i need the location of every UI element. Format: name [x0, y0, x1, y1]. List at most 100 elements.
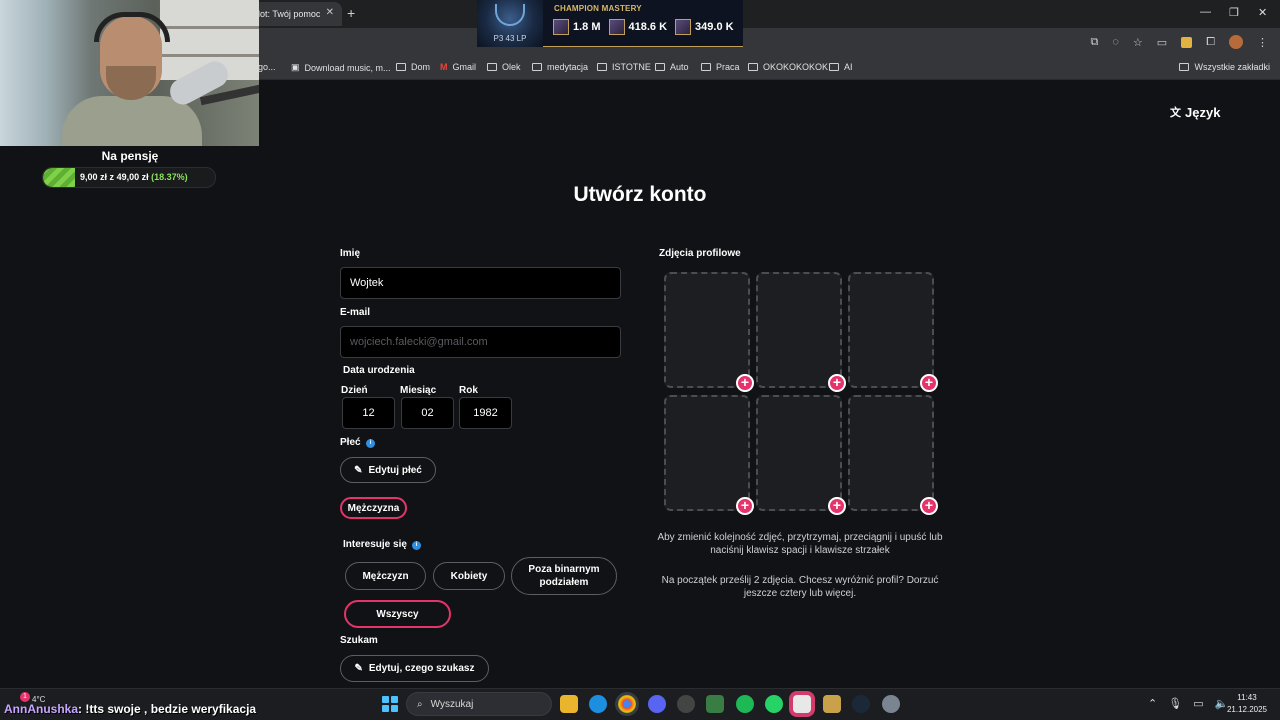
email-label: E-mail: [340, 307, 371, 318]
interest-option-men[interactable]: Mężczyzn: [345, 562, 426, 590]
bookmark-item[interactable]: Auto: [655, 62, 689, 72]
champion-icon: [608, 19, 625, 35]
month-label: Miesiąc: [400, 385, 437, 396]
language-selector[interactable]: 文 Język: [1170, 104, 1220, 120]
profile-avatar[interactable]: [1229, 35, 1243, 49]
taskbar-search[interactable]: ⌕ Wyszukaj: [406, 692, 552, 716]
discord-icon[interactable]: [648, 695, 666, 713]
photo-slot[interactable]: [664, 395, 750, 511]
photos-label: Zdjęcia profilowe: [659, 248, 741, 259]
league-client-icon[interactable]: [823, 695, 841, 713]
new-tab-button[interactable]: +: [347, 5, 355, 21]
bookmark-item[interactable]: ▣ Download music, m...: [291, 62, 391, 73]
tab-title: lot: Twój pomocn: [258, 9, 320, 19]
system-tray: ⌃ 🎙 ▭ 🔈: [1148, 697, 1228, 710]
add-photo-icon[interactable]: +: [920, 497, 938, 515]
chrome-icon[interactable]: [618, 695, 636, 713]
day-input[interactable]: 12: [342, 397, 395, 429]
name-input[interactable]: [340, 267, 621, 299]
interest-option-everyone-selected[interactable]: Wszyscy: [344, 600, 451, 628]
system-clock[interactable]: 11:43 21.12.2025: [1222, 692, 1272, 716]
hide-icon[interactable]: ◌: [1112, 36, 1119, 48]
bookmark-item[interactable]: go...: [258, 62, 276, 72]
gender-info-icon[interactable]: i: [366, 439, 375, 448]
mastery-stats: 1.8 M 418.6 K 349.0 K: [553, 19, 734, 35]
year-label: Rok: [459, 385, 478, 396]
display-icon[interactable]: ▭: [1193, 697, 1203, 710]
spotify-icon[interactable]: [736, 695, 754, 713]
maximize-icon[interactable]: ❐: [1229, 6, 1239, 19]
folder-icon: [597, 63, 607, 71]
add-photo-icon[interactable]: +: [828, 497, 846, 515]
bookmark-item[interactable]: M Gmail: [440, 62, 476, 72]
add-photo-icon[interactable]: +: [828, 374, 846, 392]
whatsapp-icon[interactable]: [765, 695, 783, 713]
folder-icon: [701, 63, 711, 71]
bookmark-item[interactable]: ISTOTNE: [597, 62, 651, 72]
bookmark-item[interactable]: Dom: [396, 62, 430, 72]
month-input[interactable]: 02: [401, 397, 454, 429]
day-label: Dzień: [341, 385, 368, 396]
interest-option-nonbinary[interactable]: Poza binarnym podziałem: [511, 557, 617, 595]
microphone-icon[interactable]: 🎙: [1168, 697, 1182, 710]
interest-option-women[interactable]: Kobiety: [433, 562, 505, 590]
mastery-lp: P3 43 LP: [493, 34, 527, 43]
windows-start-button[interactable]: [382, 696, 398, 712]
close-window-icon[interactable]: ✕: [1258, 6, 1267, 19]
cast-icon[interactable]: ▭: [1157, 36, 1167, 49]
menu-dots-icon[interactable]: ⋮: [1257, 36, 1268, 49]
add-photo-icon[interactable]: +: [920, 374, 938, 392]
looking-for-label: Szukam: [340, 635, 378, 646]
add-photo-icon[interactable]: +: [736, 497, 754, 515]
folder-icon: [487, 63, 497, 71]
app-icon[interactable]: [677, 695, 695, 713]
gmail-icon: M: [440, 62, 448, 72]
photo-slot[interactable]: [756, 395, 842, 511]
bookmark-item[interactable]: Praca: [701, 62, 740, 72]
bookmark-item[interactable]: OKOKOKOKOK: [748, 62, 828, 72]
edit-looking-for-button[interactable]: ✎ Edytuj, czego szukasz: [340, 655, 489, 682]
extension-icon[interactable]: [1181, 36, 1193, 48]
browser-tab[interactable]: lot: Twój pomocn ✕: [250, 2, 342, 26]
close-tab-icon[interactable]: ✕: [326, 7, 334, 18]
all-bookmarks[interactable]: Wszystkie zakładki: [1179, 62, 1270, 72]
photo-slot[interactable]: [848, 395, 934, 511]
minimize-icon[interactable]: —: [1200, 6, 1211, 18]
name-label: Imię: [340, 248, 361, 259]
photo-slot[interactable]: [664, 272, 750, 388]
gender-label: Płeć: [340, 437, 361, 448]
dob-label: Data urodzenia: [343, 365, 415, 376]
file-explorer-icon[interactable]: [560, 695, 578, 713]
bookmark-item[interactable]: AI: [829, 62, 853, 72]
toolbar-icons: ⧉ ◌ ☆ ▭ ⧠ ⋮: [1091, 35, 1268, 49]
bookmark-star-icon[interactable]: ☆: [1133, 36, 1143, 49]
search-icon: ⌕: [417, 698, 423, 710]
steam-icon[interactable]: [852, 695, 870, 713]
photos-upload-hint: Na początek prześlij 2 zdjęcia. Chcesz w…: [661, 575, 939, 599]
settings-gear-icon[interactable]: [882, 695, 900, 713]
chat-message-overlay: AnnAnushka: !tts swoje , bedzie weryfika…: [4, 702, 257, 716]
notes-icon[interactable]: [706, 695, 724, 713]
interested-info-icon[interactable]: i: [412, 541, 421, 550]
edge-icon[interactable]: [589, 695, 607, 713]
add-photo-icon[interactable]: +: [736, 374, 754, 392]
edit-gender-button[interactable]: ✎ Edytuj płeć: [340, 457, 436, 483]
folder-icon: [532, 63, 542, 71]
page-title: Utwórz konto: [573, 183, 707, 206]
photo-slot[interactable]: [756, 272, 842, 388]
year-input[interactable]: 1982: [459, 397, 512, 429]
photo-slot[interactable]: [848, 272, 934, 388]
person-beard: [106, 66, 156, 100]
email-input[interactable]: [340, 326, 621, 358]
extensions-puzzle-icon[interactable]: ⧠: [1206, 36, 1215, 49]
pension-goal-title: Na pensję: [101, 149, 159, 163]
chevron-up-icon[interactable]: ⌃: [1148, 697, 1157, 710]
gender-chip-selected[interactable]: Mężczyzna: [340, 497, 407, 519]
bookmark-item[interactable]: Olek: [487, 62, 521, 72]
streaming-app-icon[interactable]: [793, 695, 811, 713]
photos-reorder-hint: Aby zmienić kolejność zdjęć, przytrzymaj…: [657, 532, 943, 556]
install-app-icon[interactable]: ⧉: [1091, 36, 1099, 49]
champion-icon: [675, 19, 692, 35]
bookmark-item[interactable]: medytacja: [532, 62, 588, 72]
headphones: [94, 12, 170, 42]
